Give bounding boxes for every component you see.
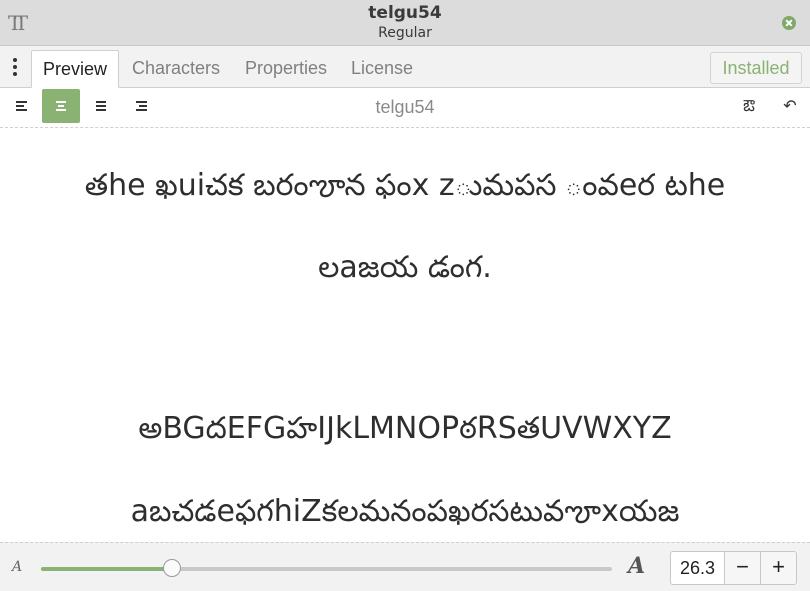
- preview-area: తhe ఖuiచక బరంౡన ఫంx zుమపస ంవeర టhe లaజయ …: [0, 128, 810, 542]
- font-size-slider[interactable]: [41, 559, 612, 577]
- preview-font-name: telgu54: [375, 97, 435, 117]
- large-text-icon: A: [628, 553, 646, 579]
- tab-bar: Preview Characters Properties License In…: [0, 46, 810, 88]
- preview-toolbar: telgu54 ఔ ↶: [0, 88, 810, 128]
- tab-license[interactable]: License: [346, 50, 418, 88]
- text-direction-icon[interactable]: ఔ: [739, 96, 759, 116]
- preview-line-1: తhe ఖuiచక బరంౡన ఫంx zుమపస ంవeర టhe: [84, 168, 726, 203]
- font-size-input[interactable]: 26.3: [670, 551, 724, 585]
- increase-size-button[interactable]: +: [760, 551, 797, 585]
- tab-preview[interactable]: Preview: [31, 50, 119, 88]
- undo-icon[interactable]: ↶: [780, 96, 800, 116]
- size-bar: A A 26.3 − +: [0, 542, 810, 591]
- preview-lowercase: aబచడeఫగhiZకలమనంపఖరసటువౡxయజ: [130, 494, 680, 529]
- tab-characters[interactable]: Characters: [126, 50, 226, 88]
- window-title: telgu54: [368, 3, 442, 23]
- preview-line-2: లaజయ డంగ.: [318, 250, 492, 285]
- slider-handle[interactable]: [163, 559, 181, 577]
- window-subtitle: Regular: [378, 25, 432, 41]
- decrease-size-button[interactable]: −: [724, 551, 761, 585]
- close-icon[interactable]: [782, 16, 796, 30]
- preview-uppercase: అBGదEFGహIJkLMNOPఠRSతUVWXYZ: [138, 411, 672, 446]
- installed-button[interactable]: Installed: [710, 52, 802, 84]
- title-bar: TT telgu54 Regular: [0, 0, 810, 46]
- small-text-icon: A: [12, 559, 23, 575]
- slider-fill: [41, 567, 172, 571]
- menu-dots-icon[interactable]: [8, 57, 22, 77]
- tab-properties[interactable]: Properties: [238, 50, 334, 88]
